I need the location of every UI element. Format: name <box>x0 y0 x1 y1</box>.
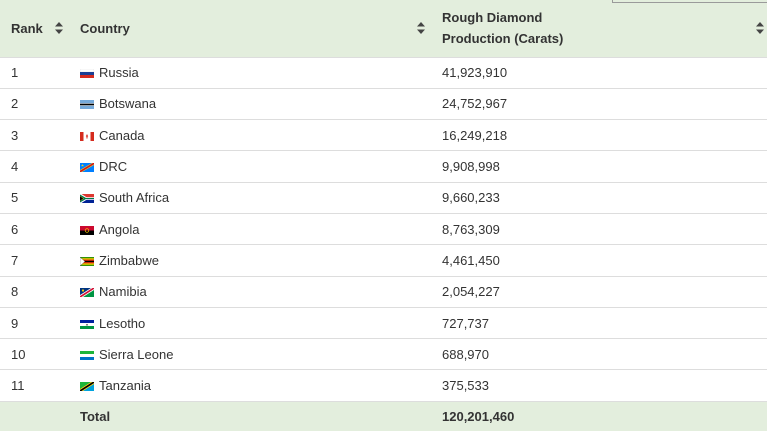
country-name: Lesotho <box>99 315 146 331</box>
rank-cell: 4 <box>11 159 19 175</box>
production-cell: 9,660,233 <box>442 190 500 206</box>
sort-icon[interactable] <box>55 22 63 35</box>
country-name: Angola <box>99 221 140 237</box>
production-cell: 727,737 <box>442 315 489 331</box>
namibia-flag-icon <box>80 288 94 298</box>
total-label: Total <box>80 409 111 425</box>
country-cell: Namibia <box>70 276 432 307</box>
total-rank-cell <box>0 401 70 431</box>
production-cell: 688,970 <box>442 346 489 362</box>
rank-cell: 10 <box>11 346 26 362</box>
rank-cell: 5 <box>11 190 19 206</box>
country-cell: Sierra Leone <box>70 339 432 370</box>
rank-cell: 9 <box>11 315 19 331</box>
sort-icon[interactable] <box>756 22 764 35</box>
rank-cell: 6 <box>11 221 19 237</box>
sort-icon[interactable] <box>417 22 425 35</box>
canada-flag-icon <box>80 131 94 141</box>
sierra-leone-flag-icon <box>80 350 94 360</box>
production-cell: 4,461,450 <box>442 252 500 268</box>
country-name: DRC <box>99 159 128 175</box>
table-row: 9 Lesotho 727,737 <box>0 307 767 339</box>
table-row: 3 Canada 16,249,218 <box>0 120 767 151</box>
production-cell: 2,054,227 <box>442 284 500 300</box>
country-cell: Angola <box>70 213 432 244</box>
country-cell: South Africa <box>70 182 432 213</box>
table-row: 8 Namibia 2,054,227 <box>0 276 767 308</box>
table-row: 2 Botswana 24,752,967 <box>0 88 767 120</box>
table-row: 5 South Africa 9,660,233 <box>0 182 767 214</box>
country-header-label: Country <box>80 20 130 36</box>
country-name: Botswana <box>99 96 157 112</box>
lesotho-flag-icon <box>80 319 94 329</box>
rank-cell: 7 <box>11 252 19 268</box>
country-cell: DRC <box>70 151 432 182</box>
table-row: 6 Angola 8,763,309 <box>0 213 767 245</box>
country-column-header[interactable]: Country <box>70 0 432 57</box>
production-cell: 8,763,309 <box>442 221 500 237</box>
country-cell: Botswana <box>70 88 432 119</box>
rank-cell: 1 <box>11 65 19 81</box>
table-header-row: Rank Country Rough Diamond Production (C… <box>0 0 767 57</box>
country-cell: Canada <box>70 120 432 151</box>
production-column-header[interactable]: Rough Diamond Production (Carats) <box>432 0 767 57</box>
table-row: 11 Tanzania 375,533 <box>0 370 767 402</box>
production-cell: 375,533 <box>442 378 489 394</box>
country-cell: Russia <box>70 57 432 88</box>
botswana-flag-icon <box>80 100 94 110</box>
country-cell: Lesotho <box>70 307 432 338</box>
country-cell: Tanzania <box>70 370 432 401</box>
production-cell: 16,249,218 <box>442 127 508 143</box>
production-header-label: Rough Diamond Production (Carats) <box>442 7 563 49</box>
rank-column-header[interactable]: Rank <box>0 0 70 57</box>
table-row: 1 Russia 41,923,910 <box>0 57 767 89</box>
country-name: Canada <box>99 127 145 143</box>
country-name: Namibia <box>99 284 147 300</box>
rank-header-label: Rank <box>11 20 43 36</box>
table-total-row: Total 120,201,460 <box>0 401 767 431</box>
country-name: Zimbabwe <box>99 252 159 268</box>
rank-cell: 11 <box>11 378 25 394</box>
drc-flag-icon <box>80 163 94 173</box>
country-name: Tanzania <box>99 378 152 394</box>
production-header-line2: Production (Carats) <box>442 31 564 47</box>
country-cell: Zimbabwe <box>70 245 432 276</box>
zimbabwe-flag-icon <box>80 256 94 266</box>
production-cell: 24,752,967 <box>442 96 508 112</box>
country-name: Russia <box>99 65 139 81</box>
russia-flag-icon <box>80 69 94 79</box>
angola-flag-icon <box>80 225 94 235</box>
production-cell: 9,908,998 <box>442 159 500 175</box>
rank-cell: 2 <box>11 96 19 112</box>
production-header-line1: Rough Diamond <box>442 10 543 26</box>
country-name: South Africa <box>99 190 170 206</box>
rank-cell: 3 <box>11 127 19 143</box>
rank-cell: 8 <box>11 284 19 300</box>
table-row: 10 Sierra Leone 688,970 <box>0 339 767 370</box>
tanzania-flag-icon <box>80 382 94 392</box>
production-cell: 41,923,910 <box>442 65 508 81</box>
total-production: 120,201,460 <box>442 409 515 425</box>
table-row: 7 Zimbabwe 4,461,450 <box>0 245 767 277</box>
south-africa-flag-icon <box>80 194 94 204</box>
table-row: 4 DRC 9,908,998 <box>0 151 767 183</box>
diamond-production-table: Rank Country Rough Diamond Production (C… <box>0 0 767 431</box>
country-name: Sierra Leone <box>99 346 174 362</box>
